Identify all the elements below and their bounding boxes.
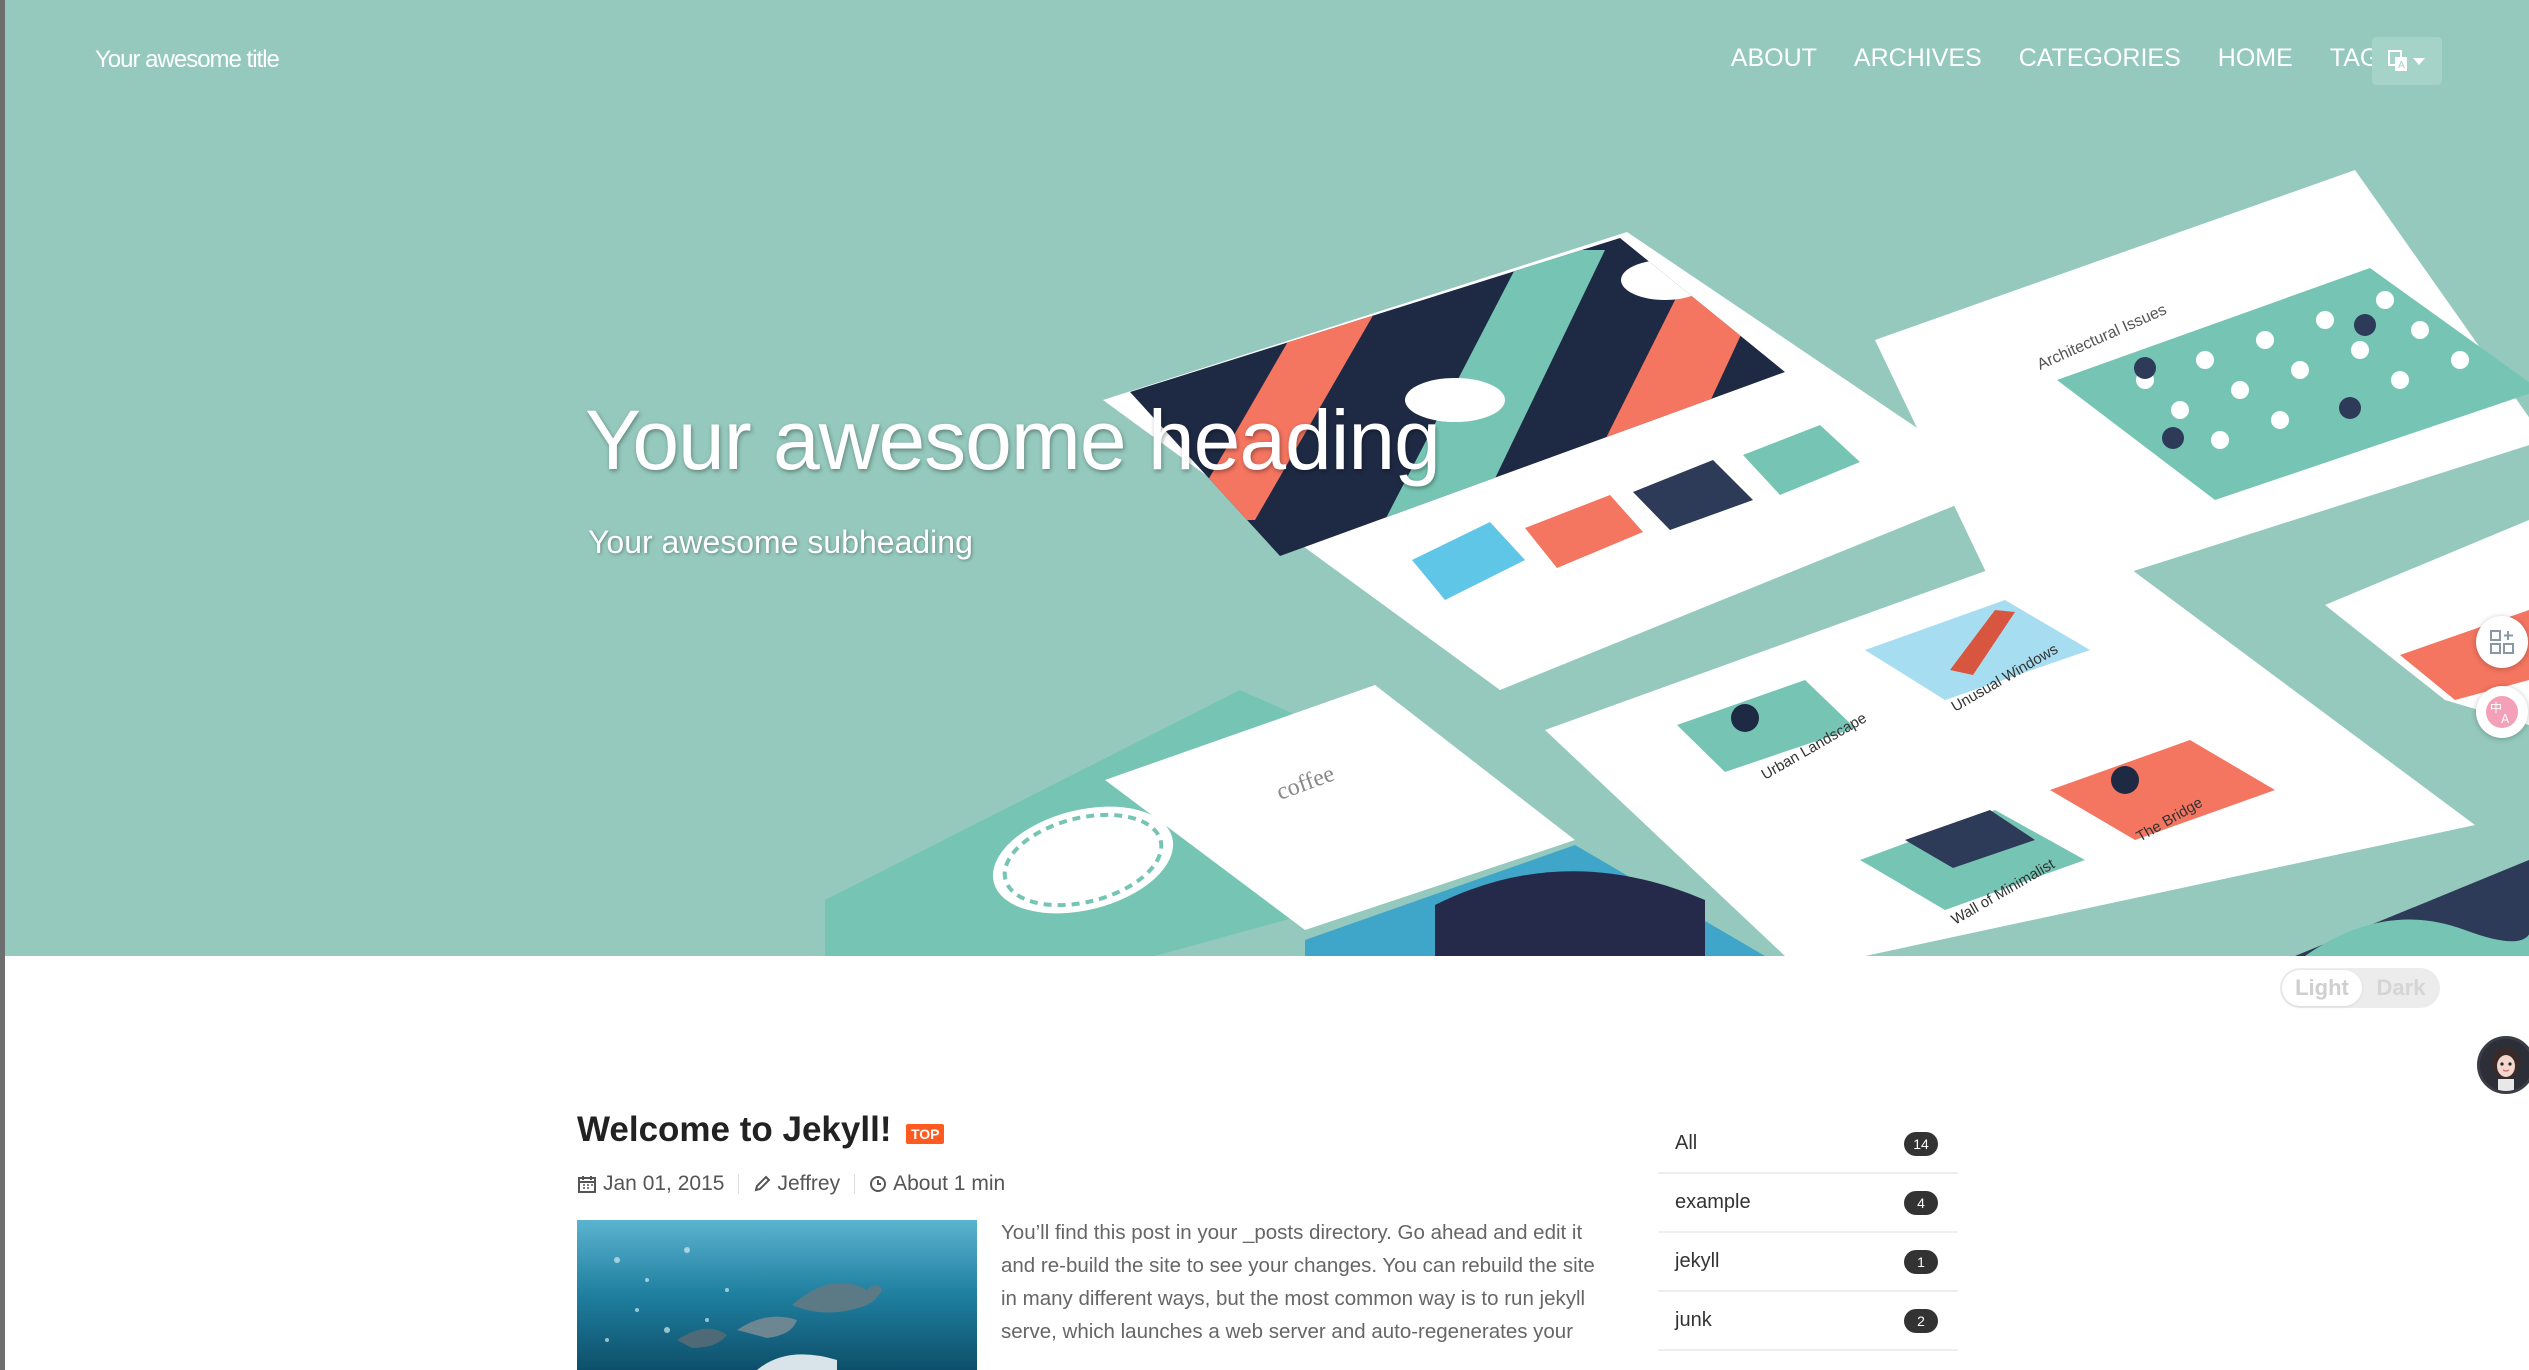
svg-text:A: A <box>2501 712 2510 726</box>
chinese-english-translate-icon: 中 A <box>2486 696 2518 728</box>
category-sidebar: All 14 example 4 jekyll 1 junk 2 <box>1658 1115 1958 1351</box>
dolphins-image <box>577 1220 977 1370</box>
category-item-all[interactable]: All 14 <box>1658 1115 1958 1174</box>
post-card: Welcome to Jekyll! TOP Jan 01, 2015 Jeff… <box>577 1110 1617 1370</box>
post-title[interactable]: Welcome to Jekyll! <box>577 1110 891 1150</box>
category-count-badge: 1 <box>1904 1249 1938 1274</box>
qr-code-button[interactable] <box>2476 616 2528 668</box>
category-count-badge: 2 <box>1904 1308 1938 1333</box>
category-name: junk <box>1675 1309 1712 1331</box>
category-name: jekyll <box>1675 1250 1720 1272</box>
post-excerpt: You’ll find this post in your _posts dir… <box>1001 1221 1595 1343</box>
category-item-junk[interactable]: junk 2 <box>1658 1292 1958 1351</box>
post-author-text[interactable]: Jeffrey <box>777 1172 840 1196</box>
category-name: example <box>1675 1191 1751 1213</box>
post-meta: Jan 01, 2015 Jeffrey About 1 min <box>577 1172 1617 1196</box>
post-read-time-text: About 1 min <box>893 1172 1006 1195</box>
hero-subheading: Your awesome subheading <box>588 524 973 560</box>
post-author: Jeffrey <box>753 1172 840 1196</box>
qr-code-icon <box>2490 630 2514 654</box>
meta-divider <box>738 1174 740 1194</box>
category-item-jekyll[interactable]: jekyll 1 <box>1658 1233 1958 1292</box>
top-badge: TOP <box>905 1124 945 1144</box>
clock-icon <box>870 1176 887 1192</box>
theme-toggle[interactable]: Light Dark <box>2280 968 2440 1008</box>
avatar[interactable] <box>2477 1036 2529 1094</box>
translate-fab-button[interactable]: 中 A <box>2476 686 2528 738</box>
pencil-icon <box>755 1175 771 1192</box>
post-header: Welcome to Jekyll! TOP <box>577 1110 1617 1150</box>
category-item-example[interactable]: example 4 <box>1658 1174 1958 1233</box>
theme-dark-option[interactable]: Dark <box>2362 975 2440 1001</box>
post-body: You’ll find this post in your _posts dir… <box>577 1220 1617 1370</box>
calendar-icon <box>578 1176 596 1193</box>
post-thumbnail[interactable] <box>577 1220 977 1370</box>
meta-divider <box>854 1174 856 1194</box>
hero-heading: Your awesome heading <box>585 393 1441 487</box>
category-count-badge: 14 <box>1904 1131 1938 1156</box>
category-name: All <box>1675 1132 1698 1154</box>
post-date-text: Jan 01, 2015 <box>603 1172 725 1195</box>
hero-banner: Architectural Issues coffee Urban Landsc… <box>5 0 2529 956</box>
post-date: Jan 01, 2015 <box>577 1172 724 1196</box>
theme-light-option[interactable]: Light <box>2282 970 2362 1006</box>
avatar-image <box>2480 1039 2529 1091</box>
post-read-time: About 1 min <box>869 1172 1005 1196</box>
category-count-badge: 4 <box>1904 1190 1938 1215</box>
